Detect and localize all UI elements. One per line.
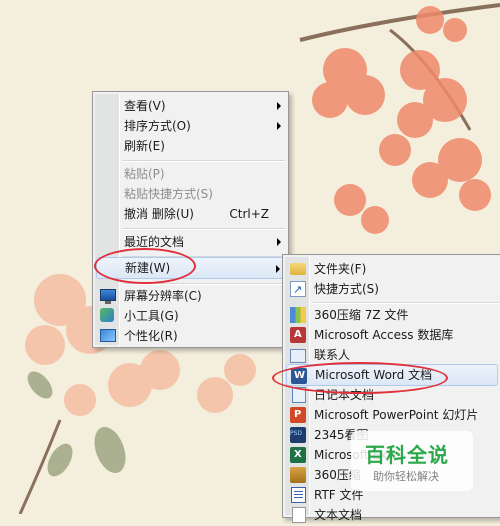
- submenu-item-text-document[interactable]: 文本文档: [286, 504, 498, 526]
- submenu-arrow-icon: [277, 122, 281, 130]
- personalize-icon: [100, 329, 116, 342]
- menu-item-shortcut: Ctrl+Z: [229, 207, 269, 221]
- folder-icon: [290, 263, 306, 275]
- menu-item-label: Microsoft PowerPoint 幻灯片: [314, 408, 479, 422]
- menu-item-gadgets[interactable]: 小工具(G): [96, 305, 285, 327]
- menu-item-paste[interactable]: 粘贴(P): [96, 163, 285, 185]
- menu-item-label: 小工具(G): [124, 309, 179, 323]
- access-icon: [290, 327, 306, 343]
- powerpoint-icon: [290, 407, 306, 423]
- menu-item-view[interactable]: 查看(V): [96, 95, 285, 117]
- annotation-circle-new: [94, 248, 196, 284]
- menu-item-label: 粘贴(P): [124, 167, 165, 181]
- desktop-context-menu: 查看(V) 排序方式(O) 刷新(E) 粘贴(P) 粘贴快捷方式(S) 撤消 删…: [92, 91, 289, 348]
- submenu-arrow-icon: [276, 265, 280, 273]
- menu-item-label: 快捷方式(S): [314, 282, 379, 296]
- menu-item-label: 个性化(R): [124, 329, 178, 343]
- archive-icon: [290, 307, 306, 323]
- menu-separator: [123, 160, 285, 162]
- excel-icon: [290, 447, 306, 463]
- submenu-item-folder[interactable]: 文件夹(F): [286, 258, 498, 280]
- psd-icon: [290, 427, 306, 443]
- annotation-circle-word: [272, 362, 448, 394]
- menu-item-label: 360压缩 7Z 文件: [314, 308, 409, 322]
- contact-icon: [290, 349, 306, 363]
- watermark-title: 百科全说: [365, 443, 449, 467]
- baike-watermark: 百科全说 助你轻松解决: [351, 431, 473, 491]
- submenu-arrow-icon: [277, 102, 281, 110]
- submenu-item-powerpoint[interactable]: Microsoft PowerPoint 幻灯片: [286, 404, 498, 426]
- menu-item-refresh[interactable]: 刷新(E): [96, 135, 285, 157]
- gadgets-icon: [100, 308, 114, 322]
- submenu-item-access-db[interactable]: Microsoft Access 数据库: [286, 324, 498, 346]
- menu-item-personalize[interactable]: 个性化(R): [96, 325, 285, 347]
- menu-item-screen-resolution[interactable]: 屏幕分辨率(C): [96, 285, 285, 307]
- submenu-item-360-7z[interactable]: 360压缩 7Z 文件: [286, 304, 498, 326]
- menu-item-label: 联系人: [314, 348, 351, 362]
- menu-item-label: 文件夹(F): [314, 262, 367, 276]
- monitor-icon: [100, 289, 116, 304]
- rtf-icon: [291, 487, 306, 503]
- menu-item-paste-shortcut[interactable]: 粘贴快捷方式(S): [96, 183, 285, 205]
- text-document-icon: [292, 507, 306, 523]
- menu-item-sort-by[interactable]: 排序方式(O): [96, 115, 285, 137]
- menu-item-label: 刷新(E): [124, 139, 165, 153]
- menu-item-label: 排序方式(O): [124, 119, 191, 133]
- watermark-subtitle: 助你轻松解决: [373, 470, 439, 483]
- menu-item-undo-delete[interactable]: 撤消 删除(U) Ctrl+Z: [96, 203, 285, 225]
- shortcut-icon: [290, 279, 306, 301]
- zip-icon: [290, 467, 306, 483]
- menu-item-label: 撤消 删除(U): [124, 207, 194, 221]
- submenu-item-shortcut[interactable]: 快捷方式(S): [286, 278, 498, 301]
- menu-separator: [123, 228, 285, 230]
- menu-item-label: 查看(V): [124, 99, 166, 113]
- menu-item-label: 粘贴快捷方式(S): [124, 187, 213, 201]
- menu-item-label: Microsoft Access 数据库: [314, 328, 454, 342]
- submenu-arrow-icon: [277, 238, 281, 246]
- menu-item-label: 屏幕分辨率(C): [124, 289, 202, 303]
- menu-item-label: 最近的文档: [124, 235, 185, 249]
- menu-item-label: 文本文档: [314, 508, 363, 522]
